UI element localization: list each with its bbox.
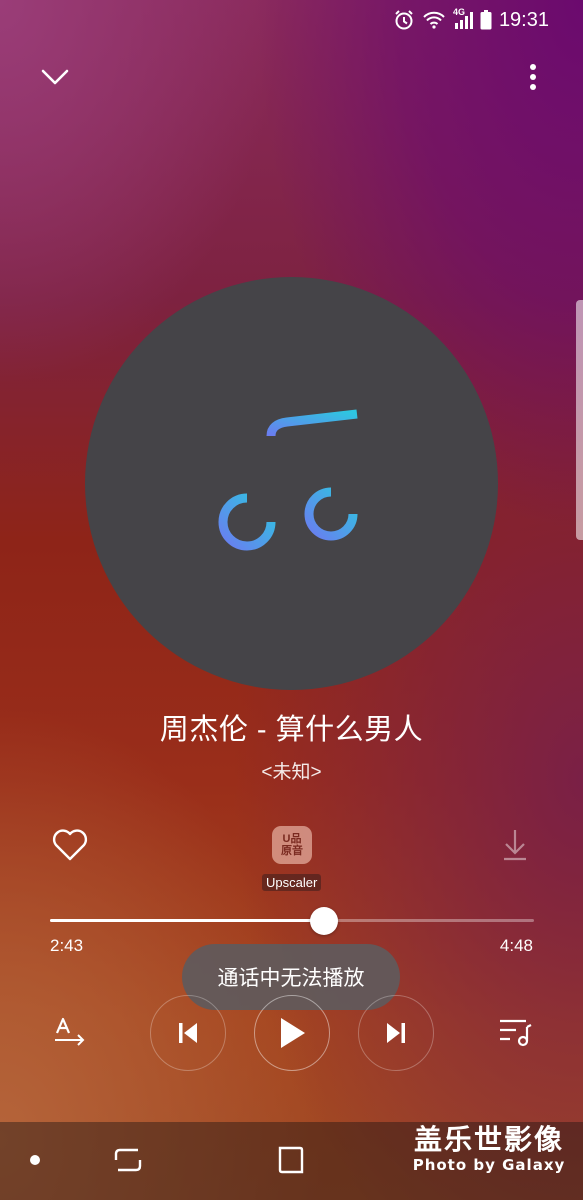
album-art: [85, 277, 498, 690]
more-options-button[interactable]: [511, 55, 555, 99]
upscaler-label: Upscaler: [262, 874, 322, 891]
collapse-button[interactable]: [33, 55, 77, 99]
recents-button[interactable]: [112, 1144, 144, 1176]
signal-icon: 4G: [452, 7, 473, 30]
total-duration: 4:48: [499, 936, 533, 955]
play-button[interactable]: [254, 995, 330, 1071]
favorite-button[interactable]: [48, 825, 92, 865]
battery-icon: [480, 10, 492, 30]
playlist-button[interactable]: [495, 1012, 535, 1052]
watermark-title: 盖乐世影像: [413, 1123, 564, 1156]
previous-icon: [179, 1023, 197, 1043]
more-vertical-icon: [530, 64, 536, 90]
next-icon: [387, 1023, 405, 1043]
lyrics-icon: [55, 1017, 85, 1046]
nav-pin-dot[interactable]: [30, 1155, 40, 1165]
track-title: 周杰伦 - 算什么男人: [159, 714, 424, 746]
status-bar: 4G 19:31: [393, 6, 549, 34]
watermark-subtitle: Photo by Galaxy: [412, 1156, 566, 1174]
progress-thumb[interactable]: [309, 907, 338, 935]
upscaler-button[interactable]: U品 原音: [272, 826, 312, 864]
home-square-icon: [278, 1146, 304, 1174]
chevron-down-icon: [41, 69, 69, 85]
lyrics-button[interactable]: [50, 1012, 90, 1052]
track-artist: <未知>: [261, 762, 322, 783]
music-note-icon: [218, 409, 358, 550]
playlist-icon: [500, 1019, 532, 1047]
status-time: 19:31: [498, 8, 549, 31]
heart-icon: [52, 829, 88, 861]
upscaler-badge: U品 原音: [281, 833, 303, 857]
home-button[interactable]: [274, 1144, 306, 1176]
watermark: 盖乐世影像 Photo by Galaxy: [404, 1126, 574, 1173]
previous-button[interactable]: [150, 995, 226, 1071]
edge-panel-handle[interactable]: [576, 300, 583, 540]
recents-icon: [114, 1148, 142, 1172]
next-button[interactable]: [358, 995, 434, 1071]
progress-fill: [50, 919, 324, 922]
play-icon: [281, 1018, 305, 1048]
elapsed-time: 2:43: [50, 936, 84, 955]
alarm-icon: [393, 9, 415, 31]
progress-track[interactable]: [50, 919, 534, 922]
download-button[interactable]: [495, 825, 535, 865]
download-icon: [504, 830, 526, 861]
network-type: 4G: [452, 7, 465, 17]
wifi-icon: [422, 10, 446, 30]
